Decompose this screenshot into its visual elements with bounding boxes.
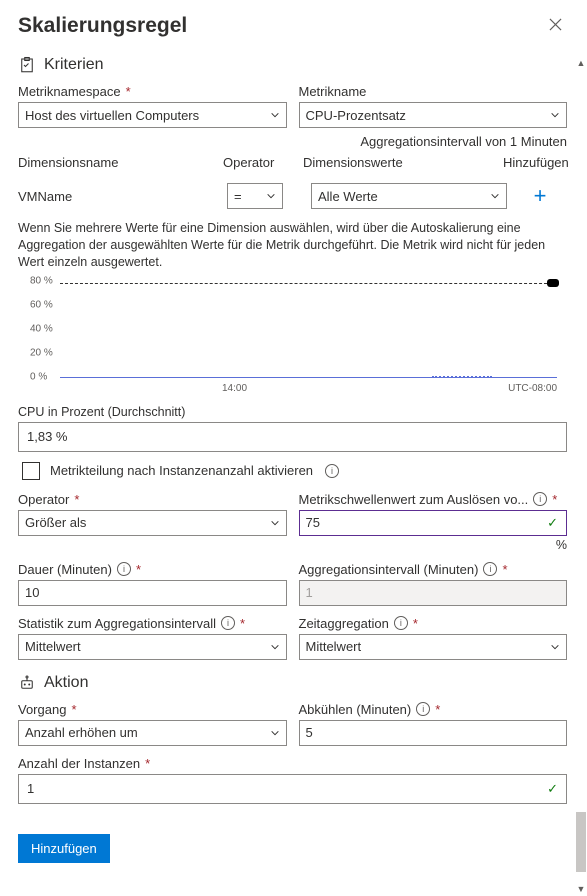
info-icon[interactable]: i bbox=[533, 492, 547, 506]
metric-name-select[interactable]: CPU-Prozentsatz bbox=[299, 102, 568, 128]
operation-label: Vorgang bbox=[18, 702, 287, 717]
chevron-down-icon bbox=[270, 642, 280, 652]
chevron-down-icon bbox=[270, 728, 280, 738]
close-button[interactable] bbox=[543, 14, 567, 38]
info-icon[interactable]: i bbox=[416, 702, 430, 716]
threshold-marker bbox=[547, 279, 559, 287]
threshold-label: Metrikschwellenwert zum Auslösen vo... i bbox=[299, 492, 568, 507]
metric-name-value: CPU-Prozentsatz bbox=[306, 108, 406, 123]
operation-value: Anzahl erhöhen um bbox=[25, 725, 138, 740]
info-icon[interactable]: i bbox=[325, 464, 339, 478]
divide-metric-checkbox[interactable] bbox=[22, 462, 40, 480]
metric-chart: 80 % 60 % 40 % 20 % 0 % 14:00 UTC-08:00 bbox=[32, 279, 567, 399]
help-text: Wenn Sie mehrere Werte für eine Dimensio… bbox=[18, 220, 567, 271]
dim-operator-value: = bbox=[234, 189, 242, 204]
metric-namespace-label: Metriknamespace bbox=[18, 84, 287, 99]
info-icon[interactable]: i bbox=[117, 562, 131, 576]
instance-count-value: 1 bbox=[27, 781, 34, 796]
ytick-0: 0 % bbox=[30, 371, 47, 382]
chart-line-dotted bbox=[432, 376, 492, 378]
action-section-title: Aktion bbox=[44, 674, 88, 692]
agg-stat-value: Mittelwert bbox=[25, 639, 81, 654]
panel-title: Skalierungsregel bbox=[18, 14, 187, 38]
chevron-down-icon bbox=[550, 110, 560, 120]
threshold-value: 75 bbox=[306, 515, 320, 530]
info-icon[interactable]: i bbox=[394, 616, 408, 630]
xtick-time: 14:00 bbox=[222, 383, 247, 394]
cooldown-input[interactable]: 5 bbox=[299, 720, 568, 746]
scroll-down-icon[interactable]: ▼ bbox=[575, 882, 587, 896]
check-icon: ✓ bbox=[547, 781, 558, 797]
check-icon: ✓ bbox=[547, 515, 558, 531]
dim-values-select[interactable]: Alle Werte bbox=[311, 183, 507, 209]
info-icon[interactable]: i bbox=[221, 616, 235, 630]
xtick-tz: UTC-08:00 bbox=[508, 383, 557, 394]
chevron-down-icon bbox=[490, 191, 500, 201]
chevron-down-icon bbox=[550, 642, 560, 652]
threshold-line bbox=[60, 283, 557, 284]
time-agg-label: Zeitaggregation i bbox=[299, 616, 568, 631]
submit-button[interactable]: Hinzufügen bbox=[18, 834, 110, 863]
operation-select[interactable]: Anzahl erhöhen um bbox=[18, 720, 287, 746]
duration-label: Dauer (Minuten) i bbox=[18, 562, 287, 577]
agg-stat-select[interactable]: Mittelwert bbox=[18, 634, 287, 660]
divide-metric-label: Metrikteilung nach Instanzenanzahl aktiv… bbox=[50, 463, 313, 478]
threshold-input[interactable]: 75 ✓ bbox=[299, 510, 568, 536]
threshold-unit: % bbox=[299, 538, 568, 552]
action-icon bbox=[18, 674, 36, 692]
instance-count-label: Anzahl der Instanzen bbox=[18, 756, 567, 771]
chevron-down-icon bbox=[270, 110, 280, 120]
criteria-section-title: Kriterien bbox=[44, 56, 104, 74]
operator-value: Größer als bbox=[25, 515, 86, 530]
scroll-thumb[interactable] bbox=[576, 812, 586, 872]
dim-values-header: Dimensionswerte bbox=[303, 155, 503, 170]
ytick-60: 60 % bbox=[30, 299, 53, 310]
cooldown-value: 5 bbox=[306, 725, 313, 740]
cpu-avg-value: 1,83 % bbox=[27, 429, 67, 444]
metric-name-label: Metrikname bbox=[299, 84, 568, 99]
dim-name-header: Dimensionsname bbox=[18, 155, 223, 170]
agg-interval-value: 1 bbox=[306, 585, 313, 600]
chevron-down-icon bbox=[270, 518, 280, 528]
time-agg-value: Mittelwert bbox=[306, 639, 362, 654]
dim-values-value: Alle Werte bbox=[318, 189, 378, 204]
add-header: Hinzufügen bbox=[503, 155, 563, 170]
chevron-down-icon bbox=[266, 191, 276, 201]
scroll-up-icon[interactable]: ▲ bbox=[575, 56, 587, 70]
metric-namespace-select[interactable]: Host des virtuellen Computers bbox=[18, 102, 287, 128]
close-icon bbox=[549, 18, 562, 31]
time-agg-select[interactable]: Mittelwert bbox=[299, 634, 568, 660]
agg-interval-input: 1 bbox=[299, 580, 568, 606]
cooldown-label: Abkühlen (Minuten) i bbox=[299, 702, 568, 717]
ytick-80: 80 % bbox=[30, 275, 53, 286]
info-icon[interactable]: i bbox=[483, 562, 497, 576]
operator-header: Operator bbox=[223, 155, 303, 170]
instance-count-input[interactable]: 1 ✓ bbox=[18, 774, 567, 804]
dim-operator-select[interactable]: = bbox=[227, 183, 283, 209]
agg-interval-label: Aggregationsintervall (Minuten) i bbox=[299, 562, 568, 577]
add-dimension-button[interactable]: + bbox=[515, 183, 565, 209]
metric-namespace-value: Host des virtuellen Computers bbox=[25, 108, 199, 123]
duration-input[interactable]: 10 bbox=[18, 580, 287, 606]
cpu-avg-input[interactable]: 1,83 % bbox=[18, 422, 567, 452]
criteria-icon bbox=[18, 56, 36, 74]
operator-select[interactable]: Größer als bbox=[18, 510, 287, 536]
agg-interval-info: Aggregationsintervall von 1 Minuten bbox=[18, 134, 567, 149]
scrollbar[interactable]: ▲ ▼ bbox=[575, 56, 587, 896]
dim-name-value: VMName bbox=[18, 189, 223, 204]
operator-label: Operator bbox=[18, 492, 287, 507]
ytick-40: 40 % bbox=[30, 323, 53, 334]
ytick-20: 20 % bbox=[30, 347, 53, 358]
cpu-avg-label: CPU in Prozent (Durchschnitt) bbox=[18, 405, 567, 419]
duration-value: 10 bbox=[25, 585, 39, 600]
agg-stat-label: Statistik zum Aggregationsintervall i bbox=[18, 616, 287, 631]
